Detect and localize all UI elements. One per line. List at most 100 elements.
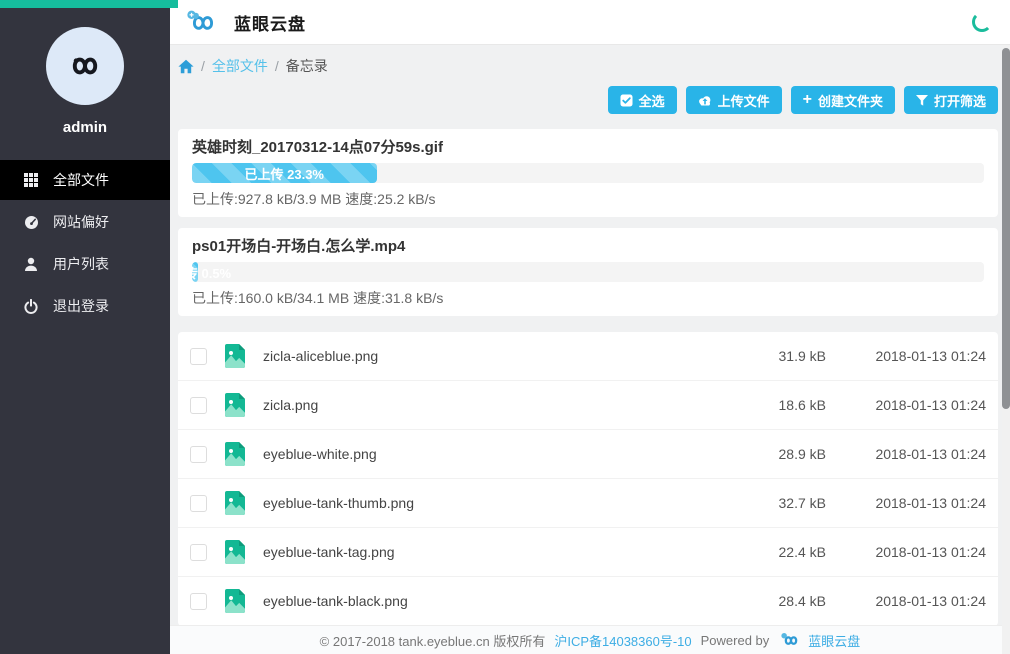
button-label: 上传文件 <box>718 91 770 110</box>
progress-fill: 已上传 23.3% <box>192 163 377 183</box>
file-size: 18.6 kB <box>714 397 826 413</box>
file-checkbox[interactable] <box>190 495 207 512</box>
file-name[interactable]: zicla-aliceblue.png <box>263 348 714 364</box>
copyright-text: © 2017-2018 tank.eyeblue.cn 版权所有 <box>320 631 546 650</box>
image-file-icon <box>225 344 245 368</box>
file-date: 2018-01-13 01:24 <box>826 495 986 511</box>
breadcrumb-link-all-files[interactable]: 全部文件 <box>212 56 268 76</box>
scrollbar-thumb[interactable] <box>1002 48 1010 409</box>
breadcrumb-separator: / <box>201 58 205 74</box>
file-name[interactable]: eyeblue-tank-black.png <box>263 593 714 609</box>
file-name[interactable]: zicla.png <box>263 397 714 413</box>
upload-filename: 英雄时刻_20170312-14点07分59s.gif <box>192 138 984 157</box>
file-row[interactable]: eyeblue-white.png 28.9 kB 2018-01-13 01:… <box>178 430 998 479</box>
progress-bar: 已上传 23.3% <box>192 163 984 183</box>
file-row[interactable]: zicla-aliceblue.png 31.9 kB 2018-01-13 0… <box>178 332 998 381</box>
power-icon <box>24 299 40 314</box>
main-content: / 全部文件 / 备忘录 全选 上传文件 + 创建文件夹 <box>170 45 1010 625</box>
app-logo-icon[interactable] <box>182 8 224 36</box>
file-size: 32.7 kB <box>714 495 826 511</box>
progress-bar: 已上传 0.5% <box>192 262 984 282</box>
progress-fill: 已上传 0.5% <box>192 262 198 282</box>
file-checkbox[interactable] <box>190 397 207 414</box>
upload-filename: ps01开场白-开场白.怎么学.mp4 <box>192 237 984 256</box>
sidebar-item-logout[interactable]: 退出登录 <box>0 286 170 326</box>
file-row[interactable]: eyeblue-tank-tag.png 22.4 kB 2018-01-13 … <box>178 528 998 577</box>
file-row[interactable]: eyeblue-tank-black.png 28.4 kB 2018-01-1… <box>178 577 998 625</box>
file-checkbox[interactable] <box>190 348 207 365</box>
image-file-icon <box>225 442 245 466</box>
open-filter-button[interactable]: 打开筛选 <box>904 86 998 114</box>
select-all-button[interactable]: 全选 <box>608 86 677 114</box>
footer-logo-icon <box>778 632 804 648</box>
breadcrumb: / 全部文件 / 备忘录 <box>178 45 998 76</box>
sidebar: admin 全部文件 <box>0 0 170 654</box>
image-file-icon <box>225 540 245 564</box>
progress-label: 已上传 0.5% <box>192 263 231 282</box>
file-size: 31.9 kB <box>714 348 826 364</box>
sidebar-menu: 全部文件 网站偏好 用户列表 <box>0 160 170 326</box>
file-list: zicla-aliceblue.png 31.9 kB 2018-01-13 0… <box>178 332 998 625</box>
user-icon <box>24 257 40 272</box>
upload-info: 已上传:160.0 kB/34.1 MB 速度:31.8 kB/s <box>192 289 984 307</box>
file-size: 22.4 kB <box>714 544 826 560</box>
footer-brand-link[interactable]: 蓝眼云盘 <box>808 631 860 650</box>
toolbar: 全选 上传文件 + 创建文件夹 打开筛选 <box>178 86 998 114</box>
app-header: 蓝眼云盘 <box>170 0 1010 45</box>
top-accent-bar <box>0 0 178 8</box>
dashboard-icon <box>24 215 40 230</box>
file-checkbox[interactable] <box>190 446 207 463</box>
icp-link[interactable]: 沪ICP备14038360号-10 <box>554 631 691 650</box>
button-label: 创建文件夹 <box>818 91 883 110</box>
image-file-icon <box>225 393 245 417</box>
sidebar-item-label: 用户列表 <box>53 254 109 274</box>
avatar[interactable] <box>46 27 124 105</box>
file-name[interactable]: eyeblue-tank-tag.png <box>263 544 714 560</box>
file-size: 28.9 kB <box>714 446 826 462</box>
cloud-upload-icon <box>698 95 712 106</box>
file-date: 2018-01-13 01:24 <box>826 348 986 364</box>
file-checkbox[interactable] <box>190 544 207 561</box>
loading-spinner-icon <box>972 12 992 32</box>
scrollbar-track[interactable] <box>1002 45 1010 654</box>
file-date: 2018-01-13 01:24 <box>826 397 986 413</box>
footer-brand[interactable]: 蓝眼云盘 <box>778 631 860 650</box>
file-row[interactable]: zicla.png 18.6 kB 2018-01-13 01:24 <box>178 381 998 430</box>
sidebar-item-all-files[interactable]: 全部文件 <box>0 160 170 200</box>
button-label: 打开筛选 <box>934 91 986 110</box>
check-square-icon <box>620 94 633 107</box>
button-label: 全选 <box>639 91 665 110</box>
username: admin <box>0 119 170 136</box>
breadcrumb-separator: / <box>275 58 279 74</box>
file-date: 2018-01-13 01:24 <box>826 446 986 462</box>
app-title: 蓝眼云盘 <box>234 10 306 35</box>
progress-label: 已上传 23.3% <box>245 164 324 183</box>
sidebar-item-label: 退出登录 <box>53 296 109 316</box>
image-file-icon <box>225 491 245 515</box>
upload-card: 英雄时刻_20170312-14点07分59s.gif 已上传 23.3% 已上… <box>178 129 998 217</box>
footer: © 2017-2018 tank.eyeblue.cn 版权所有 沪ICP备14… <box>170 625 1010 654</box>
home-icon[interactable] <box>178 59 194 74</box>
file-date: 2018-01-13 01:24 <box>826 544 986 560</box>
breadcrumb-current: 备忘录 <box>286 56 328 76</box>
create-folder-button[interactable]: + 创建文件夹 <box>791 86 895 114</box>
sidebar-item-label: 网站偏好 <box>53 212 109 232</box>
plus-icon: + <box>803 92 812 108</box>
sidebar-item-label: 全部文件 <box>53 170 109 190</box>
sidebar-item-user-list[interactable]: 用户列表 <box>0 244 170 284</box>
upload-info: 已上传:927.8 kB/3.9 MB 速度:25.2 kB/s <box>192 190 984 208</box>
filter-icon <box>916 95 928 106</box>
upload-card: ps01开场白-开场白.怎么学.mp4 已上传 0.5% 已上传:160.0 k… <box>178 228 998 316</box>
file-date: 2018-01-13 01:24 <box>826 593 986 609</box>
powered-by-text: Powered by <box>701 633 770 648</box>
file-checkbox[interactable] <box>190 593 207 610</box>
file-name[interactable]: eyeblue-tank-thumb.png <box>263 495 714 511</box>
file-size: 28.4 kB <box>714 593 826 609</box>
sidebar-item-site-preferences[interactable]: 网站偏好 <box>0 202 170 242</box>
grid-icon <box>24 173 40 187</box>
image-file-icon <box>225 589 245 613</box>
upload-file-button[interactable]: 上传文件 <box>686 86 782 114</box>
file-row[interactable]: eyeblue-tank-thumb.png 32.7 kB 2018-01-1… <box>178 479 998 528</box>
infinity-logo-icon <box>60 50 110 82</box>
file-name[interactable]: eyeblue-white.png <box>263 446 714 462</box>
